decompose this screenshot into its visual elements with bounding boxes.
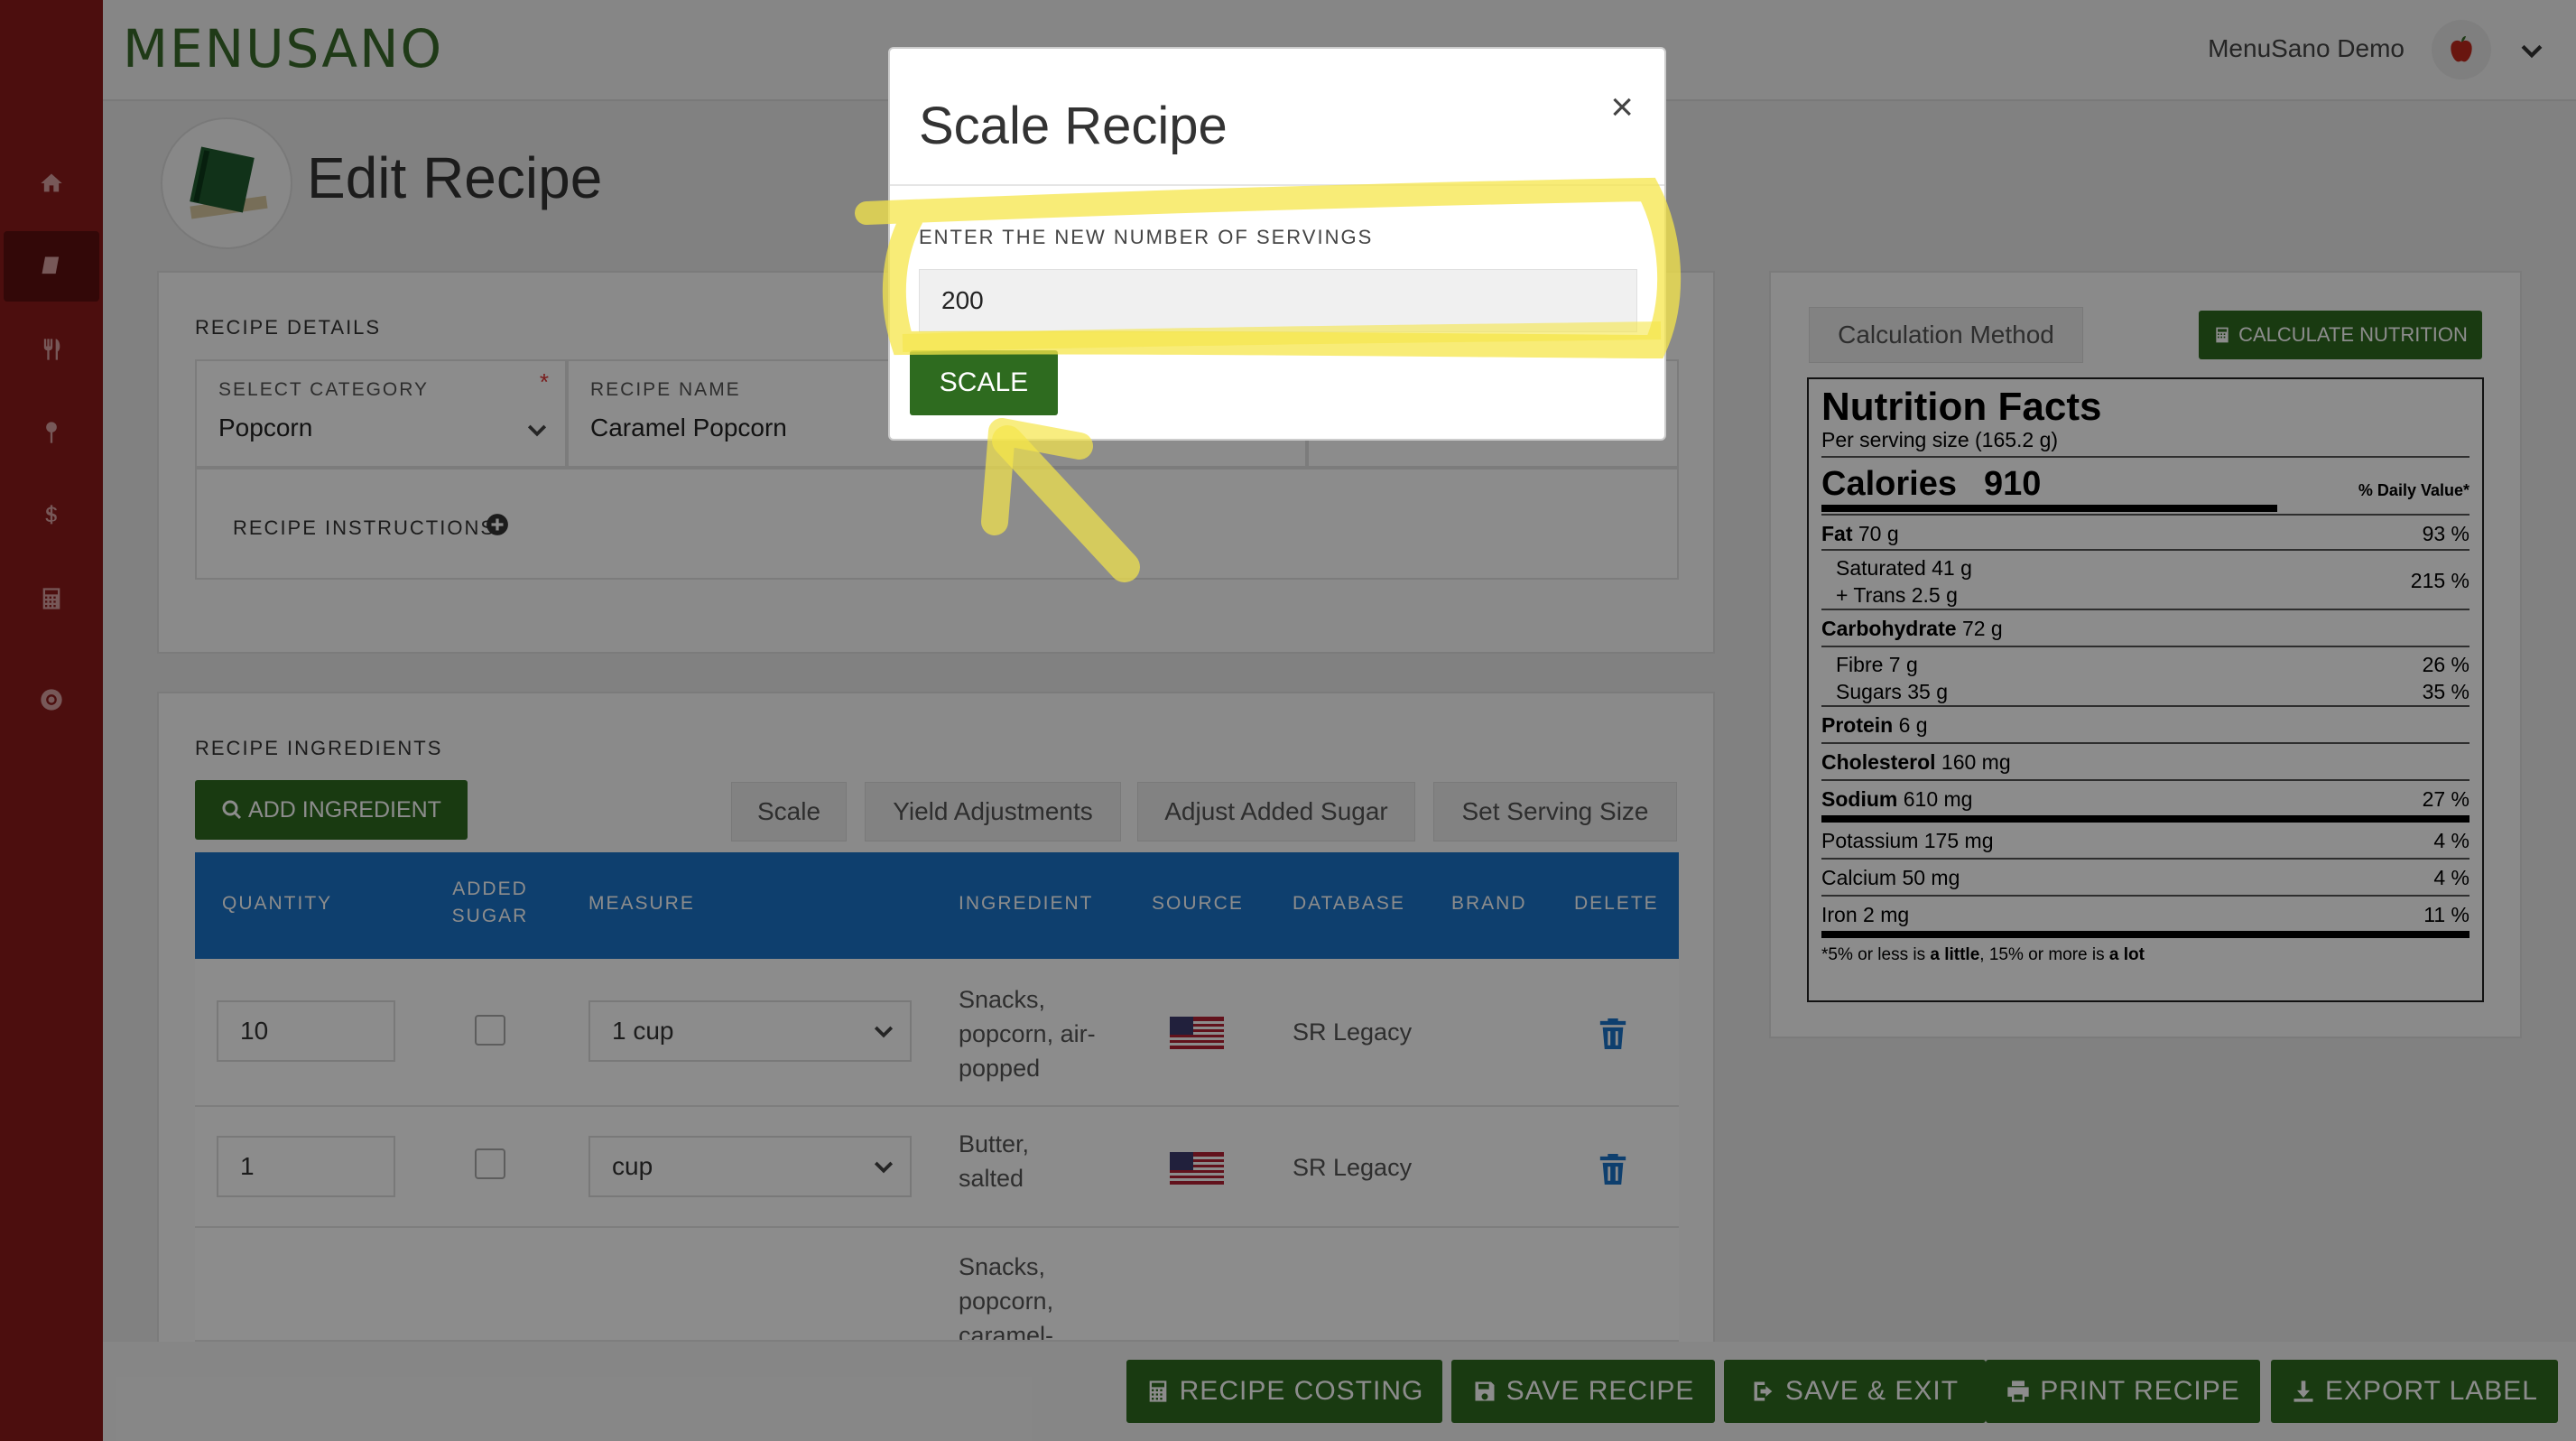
modal-divider [890, 184, 1664, 186]
servings-input[interactable]: 200 [919, 269, 1637, 332]
modal-title: Scale Recipe [919, 97, 1228, 155]
servings-label: ENTER THE NEW NUMBER OF SERVINGS [919, 226, 1374, 248]
scale-button[interactable]: SCALE [910, 350, 1058, 415]
close-icon[interactable]: × [1610, 85, 1634, 130]
scale-recipe-modal: Scale Recipe × ENTER THE NEW NUMBER OF S… [888, 47, 1666, 441]
